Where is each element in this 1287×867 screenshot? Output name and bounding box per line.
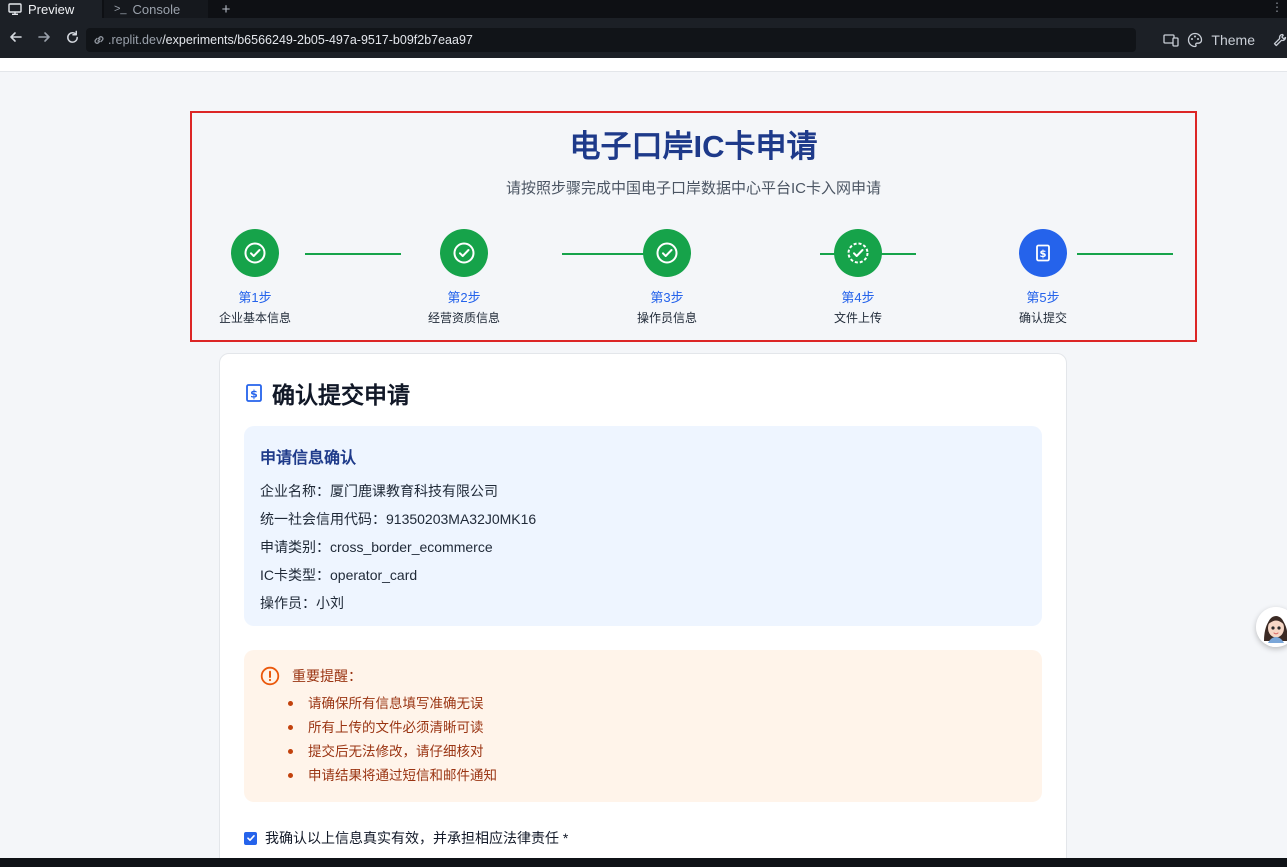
check-circle-dashed-icon [847, 242, 869, 264]
check-circle-icon [453, 242, 475, 264]
confirm-card: $ 确认提交申请 申请信息确认 企业名称：厦门鹿课教育科技有限公司 统一社会信用… [219, 353, 1067, 858]
step-circle-done [440, 229, 488, 277]
link-icon [94, 36, 104, 44]
step-name: 文件上传 [833, 311, 882, 325]
warning-box: 重要提醒： 请确保所有信息填写准确无误 所有上传的文件必须清晰可读 提交后无法修… [244, 650, 1042, 802]
step-circle-done [231, 229, 279, 277]
devices-icon[interactable] [1163, 33, 1180, 47]
url-path: /experiments/b6566249-2b05-497a-9517-b09… [162, 33, 473, 47]
check-circle-icon [244, 242, 266, 264]
arrow-left-icon [10, 32, 22, 42]
application-header: 电子口岸IC卡申请 请按照步骤完成中国电子口岸数据中心平台IC卡入网申请 第1步… [190, 111, 1197, 342]
warning-item: 请确保所有信息填写准确无误 [288, 694, 1026, 718]
url-host: .replit.dev [108, 33, 163, 47]
page-top-strip [0, 58, 1287, 72]
step-name: 经营资质信息 [427, 311, 500, 325]
page-subtitle: 请按照步骤完成中国电子口岸数据中心平台IC卡入网申请 [505, 180, 881, 197]
palette-icon[interactable] [1187, 32, 1203, 48]
tab-preview-label: Preview [28, 1, 75, 17]
step-1[interactable]: 第1步 企业基本信息 [185, 229, 325, 326]
tab-console[interactable]: >_ Console [104, 0, 208, 18]
agreement-row: 我确认以上信息真实有效，并承担相应法律责任 * [244, 828, 568, 848]
reload-button[interactable] [64, 30, 80, 46]
warning-title: 重要提醒： [292, 668, 362, 684]
receipt-icon: $ [246, 384, 262, 402]
step-name: 企业基本信息 [218, 311, 291, 325]
svg-text:$: $ [250, 388, 258, 401]
step-4[interactable]: 第4步 文件上传 [788, 229, 928, 326]
warning-item: 申请结果将通过短信和邮件通知 [288, 766, 1026, 790]
forward-button[interactable] [36, 30, 52, 46]
step-number: 第1步 [238, 290, 272, 305]
step-circle-done [643, 229, 691, 277]
browser-tab-bar: Preview >_ Console + ⋮ [0, 0, 1287, 18]
step-circle-active: $ [1019, 229, 1067, 277]
step-number: 第4步 [841, 290, 875, 305]
info-row: 操作员：小刘 [260, 595, 344, 611]
step-number: 第3步 [650, 290, 684, 305]
info-title: 申请信息确认 [260, 450, 357, 467]
warning-item: 提交后无法修改，请仔细核对 [288, 742, 1026, 766]
info-row: 申请类别：cross_border_ecommerce [260, 539, 493, 555]
tab-console-label: Console [132, 1, 181, 17]
url-text: .replit.dev/experiments/b6566249-2b05-49… [108, 33, 473, 47]
monitor-icon [8, 3, 22, 15]
step-number: 第2步 [447, 290, 481, 305]
page-viewport: 电子口岸IC卡申请 请按照步骤完成中国电子口岸数据中心平台IC卡入网申请 第1步… [0, 58, 1287, 858]
avatar-face-icon [1256, 607, 1287, 647]
tab-preview[interactable]: Preview [0, 0, 102, 18]
card-header: $ 确认提交申请 [244, 376, 410, 410]
svg-text:$: $ [1040, 249, 1047, 260]
step-circle-done [834, 229, 882, 277]
receipt-icon: $ [1036, 244, 1050, 262]
alert-circle-icon [260, 666, 280, 686]
agreement-checkbox[interactable] [244, 831, 257, 845]
more-icon[interactable]: ⋮ [1271, 0, 1283, 14]
step-number: 第5步 [1026, 290, 1060, 305]
step-name: 确认提交 [1018, 311, 1067, 325]
info-row: 统一社会信用代码：91350203MA32J0MK16 [260, 511, 537, 527]
step-name: 操作员信息 [636, 311, 697, 325]
step-3[interactable]: 第3步 操作员信息 [597, 229, 737, 326]
url-field[interactable]: .replit.dev/experiments/b6566249-2b05-49… [86, 28, 1136, 52]
theme-button[interactable]: Theme [1211, 32, 1255, 48]
page-title: 电子口岸IC卡申请 [569, 129, 818, 164]
card-title: 确认提交申请 [272, 382, 410, 408]
warning-list: 请确保所有信息填写准确无误 所有上传的文件必须清晰可读 提交后无法修改，请仔细核… [288, 694, 1026, 790]
plus-icon: + [221, 0, 231, 18]
checkmark-icon [246, 835, 255, 841]
wrench-icon[interactable] [1273, 33, 1287, 47]
info-row: 企业名称：厦门鹿课教育科技有限公司 [260, 483, 498, 499]
bottom-bar [0, 858, 1287, 867]
assistant-avatar[interactable] [1256, 607, 1287, 647]
warning-header: 重要提醒： [260, 666, 1026, 686]
check-circle-icon [656, 242, 678, 264]
terminal-icon: >_ [114, 3, 127, 15]
step-5[interactable]: $ 第5步 确认提交 [973, 229, 1113, 326]
info-row: IC卡类型：operator_card [260, 567, 418, 583]
arrow-right-icon [38, 32, 50, 42]
info-summary-box: 申请信息确认 企业名称：厦门鹿课教育科技有限公司 统一社会信用代码：913502… [244, 426, 1042, 626]
back-button[interactable] [8, 30, 24, 46]
new-tab-button[interactable]: + [218, 0, 234, 18]
address-bar: .replit.dev/experiments/b6566249-2b05-49… [0, 18, 1287, 58]
agreement-label[interactable]: 我确认以上信息真实有效，并承担相应法律责任 * [265, 828, 568, 848]
address-bar-actions: Theme [1163, 28, 1287, 52]
warning-item: 所有上传的文件必须清晰可读 [288, 718, 1026, 742]
reload-icon [66, 30, 78, 43]
step-2[interactable]: 第2步 经营资质信息 [394, 229, 534, 326]
